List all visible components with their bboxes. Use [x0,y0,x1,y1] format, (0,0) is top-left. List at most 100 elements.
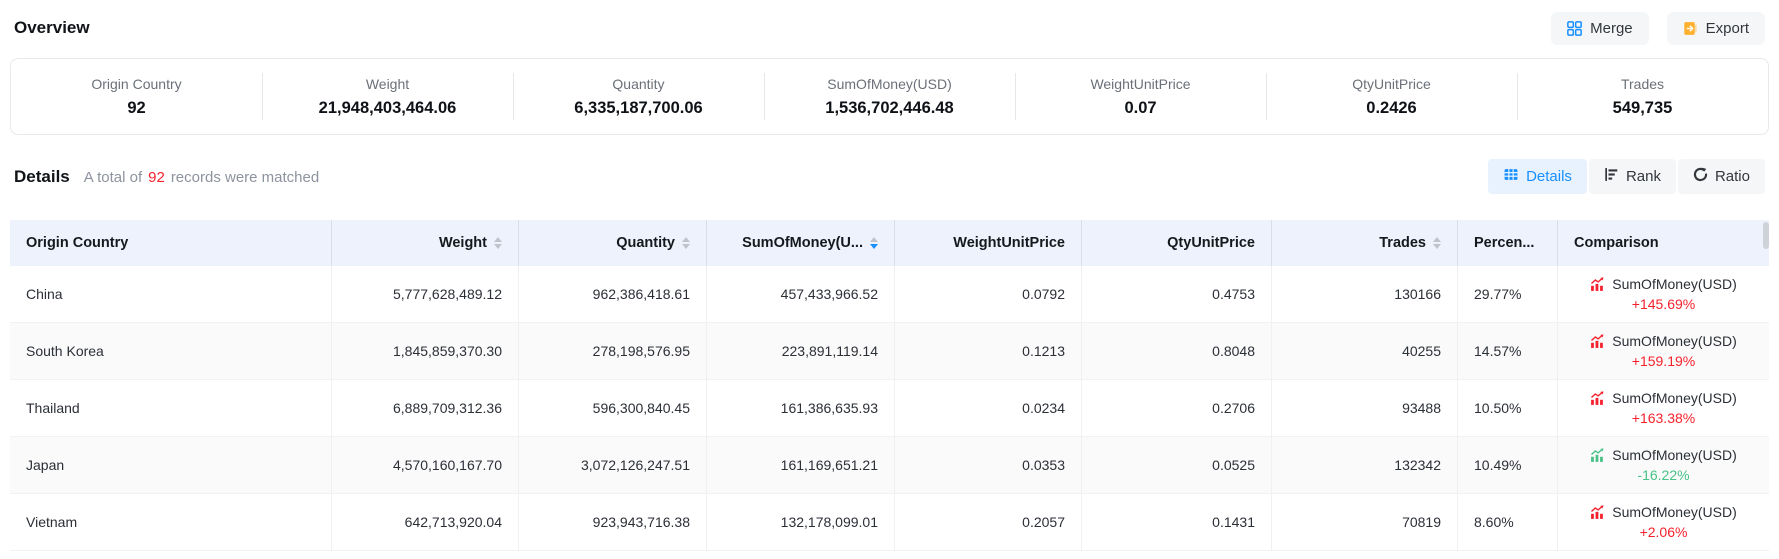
cell-sum-of-money: 161,386,635.93 [707,380,895,436]
stat-item-4: WeightUnitPrice0.07 [1015,59,1266,134]
rank-bars-icon [1604,167,1619,186]
bar-chart-trend-icon [1590,391,1605,406]
cell-weight: 5,777,628,489.12 [332,266,519,322]
cell-qty-unit-price: 0.2706 [1082,380,1272,436]
caret-down-icon [682,244,690,249]
comparison-metric-line: SumOfMoney(USD) [1590,276,1736,292]
cell-sum-of-money: 457,433,966.52 [707,266,895,322]
bar-chart-trend-icon [1590,505,1605,520]
table-row: South Korea1,845,859,370.30278,198,576.9… [10,323,1769,380]
comparison-change: +145.69% [1632,296,1695,312]
stat-value: 0.2426 [1366,99,1416,118]
rank-view-button[interactable]: Rank [1589,159,1676,194]
export-button[interactable]: Export [1667,12,1765,45]
caret-up-icon [870,237,878,242]
table-grid-icon [1503,167,1519,186]
stat-label: QtyUnitPrice [1352,76,1431,92]
column-label: Quantity [616,235,675,251]
cell-sum-of-money: 161,169,651.21 [707,437,895,493]
cell-trades: 93488 [1272,380,1458,436]
column-label: QtyUnitPrice [1167,235,1255,251]
comparison-metric: SumOfMoney(USD) [1612,276,1736,292]
table-row: China5,777,628,489.12962,386,418.61457,4… [10,266,1769,323]
cell-sum-of-money: 132,178,099.01 [707,494,895,550]
stat-item-3: SumOfMoney(USD)1,536,702,446.48 [764,59,1015,134]
bar-chart-trend-icon [1590,448,1605,463]
comparison-metric: SumOfMoney(USD) [1612,333,1736,349]
comparison-metric-line: SumOfMoney(USD) [1590,447,1736,463]
view-label: Rank [1626,168,1661,185]
table-body: China5,777,628,489.12962,386,418.61457,4… [10,266,1769,551]
details-view-button[interactable]: Details [1488,159,1587,194]
caret-up-icon [494,237,502,242]
stat-label: WeightUnitPrice [1090,76,1190,92]
header-cell-weight[interactable]: Weight [332,220,519,266]
comparison-metric: SumOfMoney(USD) [1612,504,1736,520]
overview-stats-card: Origin Country92Weight21,948,403,464.06Q… [10,58,1769,135]
stat-item-2: Quantity6,335,187,700.06 [513,59,764,134]
cell-percent: 14.57% [1458,323,1558,379]
cell-percent: 8.60% [1458,494,1558,550]
table-scrollbar[interactable] [1763,222,1769,249]
sort-icon[interactable] [682,237,690,250]
data-table: Origin Country Weight Quantity SumOfMoney(U… [10,220,1769,551]
cell-origin-country: South Korea [10,323,332,379]
table-row: Japan4,570,160,167.703,072,126,247.51161… [10,437,1769,494]
cell-percent: 10.50% [1458,380,1558,436]
cell-weight: 1,845,859,370.30 [332,323,519,379]
view-label: Ratio [1715,168,1750,185]
comparison-change: +2.06% [1640,524,1688,540]
sort-icon[interactable] [494,237,502,250]
cell-weight-unit-price: 0.2057 [895,494,1082,550]
comparison-metric-line: SumOfMoney(USD) [1590,390,1736,406]
comparison-metric: SumOfMoney(USD) [1612,390,1736,406]
cell-trades: 130166 [1272,266,1458,322]
header-cell-quantity[interactable]: Quantity [519,220,707,266]
comparison-metric-line: SumOfMoney(USD) [1590,333,1736,349]
merge-button[interactable]: Merge [1551,12,1649,45]
stat-item-5: QtyUnitPrice 0.2426 [1266,59,1517,134]
caret-up-icon [1433,237,1441,242]
cell-comparison: SumOfMoney(USD) +2.06% [1558,494,1769,550]
cell-quantity: 962,386,418.61 [519,266,707,322]
ratio-view-button[interactable]: Ratio [1678,159,1765,194]
comparison-change: -16.22% [1637,467,1689,483]
column-label: Trades [1379,235,1426,251]
stat-label: SumOfMoney(USD) [827,76,951,92]
cell-weight: 642,713,920.04 [332,494,519,550]
cell-weight-unit-price: 0.1213 [895,323,1082,379]
cell-origin-country: Thailand [10,380,332,436]
details-bar: Details A total of92records were matched… [10,159,1769,194]
cell-comparison: SumOfMoney(USD)+163.38% [1558,380,1769,436]
ratio-cycle-icon [1693,167,1708,186]
column-label: WeightUnitPrice [953,235,1065,251]
view-switch: Details Rank Ratio [1488,159,1765,194]
column-label: Comparison [1574,235,1659,251]
cell-trades: 40255 [1272,323,1458,379]
stat-item-1: Weight21,948,403,464.06 [262,59,513,134]
view-label: Details [1526,168,1572,185]
overview-title: Overview [14,18,90,38]
page: Overview Merge [0,0,1779,551]
sort-icon[interactable] [1433,237,1441,250]
cell-quantity: 3,072,126,247.51 [519,437,707,493]
cell-origin-country: China [10,266,332,322]
cell-qty-unit-price: 0.4753 [1082,266,1272,322]
match-suffix: records were matched [171,169,319,186]
cell-trades: 70819 [1272,494,1458,550]
stat-item-6: Trades549,735 [1517,59,1768,134]
sort-icon[interactable] [870,237,878,250]
header-cell-sumofmoney-u[interactable]: SumOfMoney(U... [707,220,895,266]
cell-weight-unit-price: 0.0792 [895,266,1082,322]
export-icon [1683,21,1698,36]
column-label: Weight [439,235,487,251]
header-cell-origin-country: Origin Country [10,220,332,266]
stat-label: Weight [366,76,409,92]
cell-origin-country: Vietnam [10,494,332,550]
header-cell-trades[interactable]: Trades [1272,220,1458,266]
cell-weight: 4,570,160,167.70 [332,437,519,493]
cell-weight: 6,889,709,312.36 [332,380,519,436]
cell-weight-unit-price: 0.0353 [895,437,1082,493]
cell-qty-unit-price: 0.1431 [1082,494,1272,550]
cell-comparison: SumOfMoney(USD) -16.22% [1558,437,1769,493]
